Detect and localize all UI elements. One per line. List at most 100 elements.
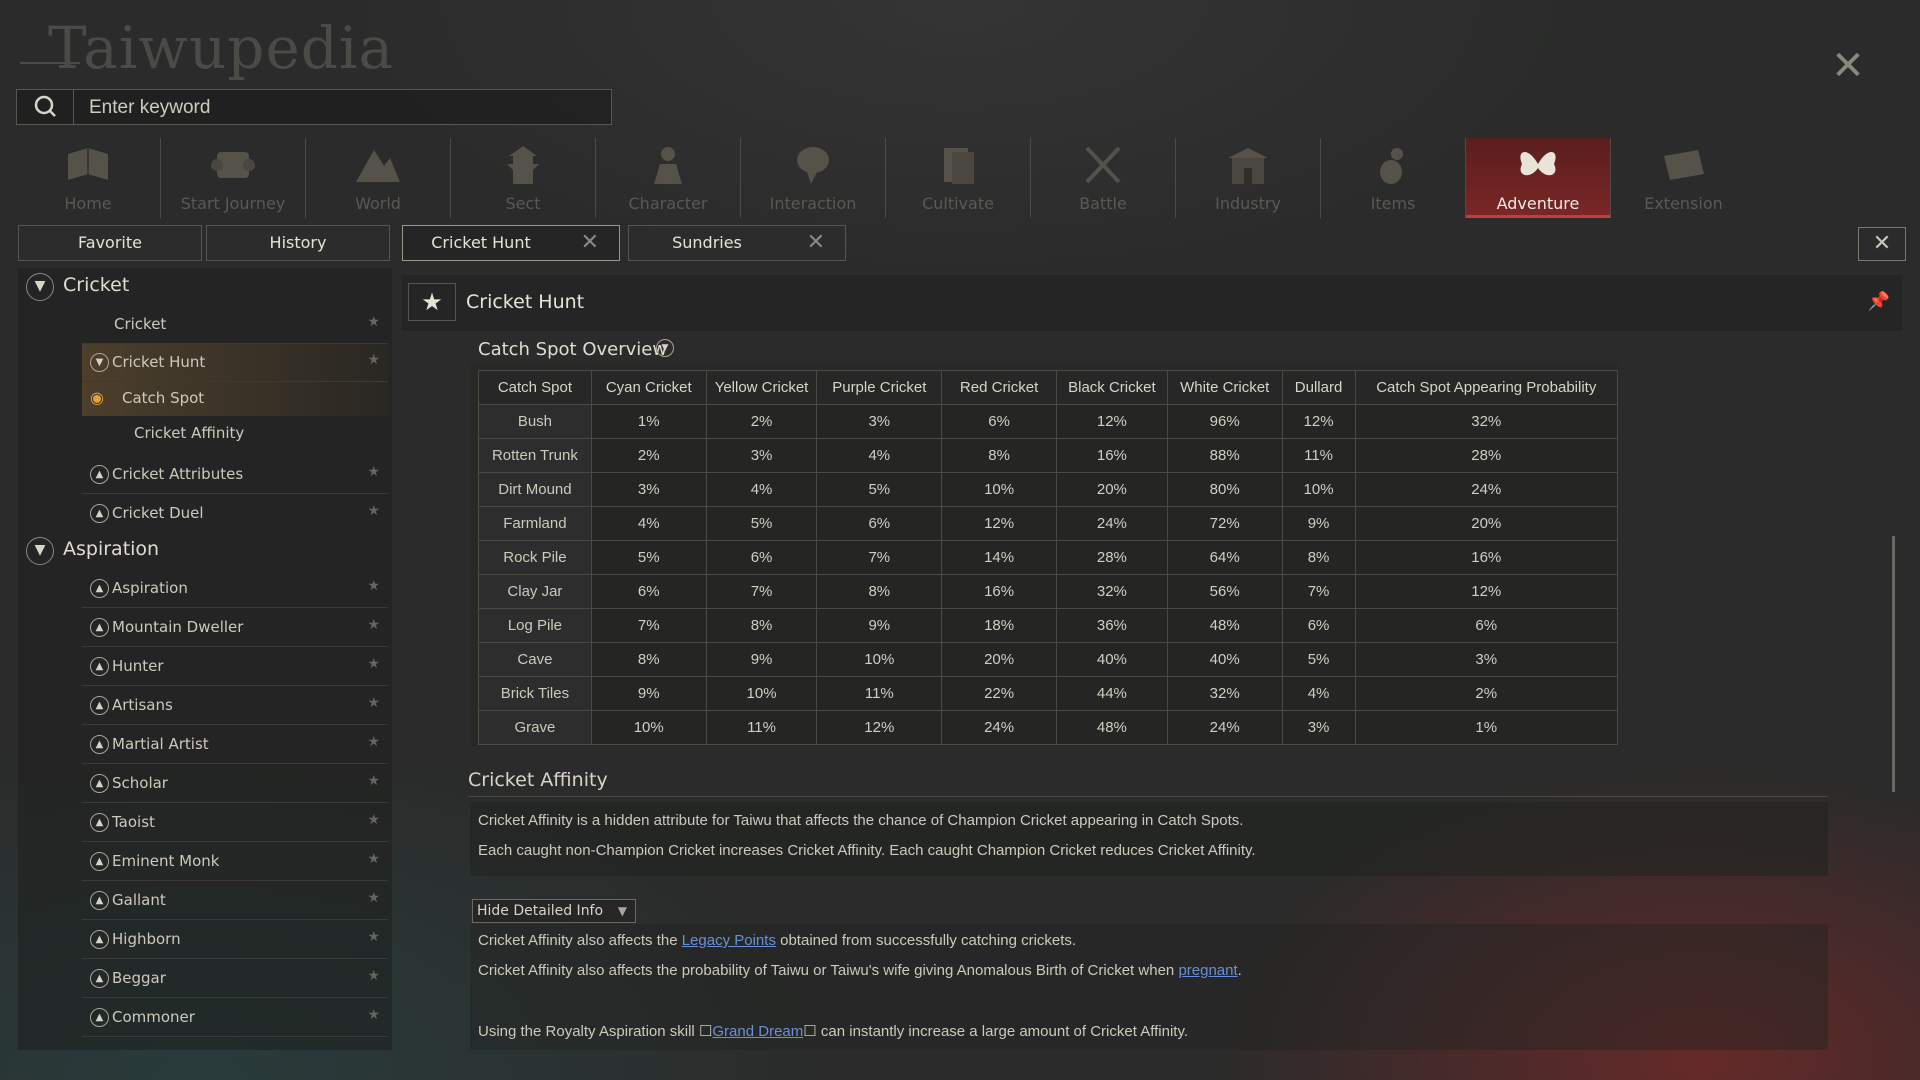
grand-dream-link[interactable]: Grand Dream [712, 1023, 803, 1040]
hide-detailed-info-button[interactable]: Hide Detailed Info ▼ [472, 899, 636, 923]
chevron-up-icon[interactable]: ▲ [90, 930, 109, 949]
star-icon[interactable]: ★ [367, 617, 380, 633]
star-icon[interactable]: ★ [367, 929, 380, 945]
chevron-up-icon[interactable]: ▲ [90, 891, 109, 910]
sidebar-item-taoist[interactable]: ▲ Taoist ★ [82, 804, 388, 842]
pregnant-link[interactable]: pregnant [1178, 962, 1237, 979]
tab-sundries[interactable]: Sundries ✕ [628, 225, 846, 261]
table-cell: 6% [941, 404, 1057, 439]
favorite-star-icon[interactable]: ★ [408, 283, 456, 321]
chevron-down-icon[interactable]: ▼ [26, 537, 54, 565]
sidebar-item-eminent-monk[interactable]: ▲ Eminent Monk ★ [82, 843, 388, 881]
search-bar [16, 89, 612, 125]
sidebar-item-commoner[interactable]: ▲ Commoner ★ [82, 999, 388, 1037]
table-cell: 6% [1281, 608, 1356, 643]
chevron-up-icon[interactable]: ▲ [90, 618, 109, 637]
star-icon[interactable]: ★ [367, 503, 380, 519]
sidebar-item-cricket[interactable]: Cricket ★ [82, 306, 388, 344]
chevron-up-icon[interactable]: ▲ [90, 696, 109, 715]
table-cell: 9% [816, 608, 943, 643]
nav-start-journey[interactable]: Start Journey [161, 138, 306, 218]
catch-spot-table-wrapper: Catch Spot Cyan Cricket Yellow Cricket Purp… [470, 364, 1619, 746]
tab-favorite[interactable]: Favorite [18, 225, 202, 261]
legacy-points-link[interactable]: Legacy Points [682, 932, 776, 949]
table-cell: 10% [816, 642, 943, 677]
map-icon [1663, 150, 1704, 180]
pin-icon[interactable]: 📌 [1868, 291, 1890, 312]
tab-cricket-hunt[interactable]: Cricket Hunt ✕ [402, 225, 620, 261]
sidebar-item-hunter[interactable]: ▲ Hunter ★ [82, 648, 388, 686]
sidebar-item-highborn[interactable]: ▲ Highborn ★ [82, 921, 388, 959]
chevron-up-icon[interactable]: ▲ [90, 852, 109, 871]
sidebar-item-gallant[interactable]: ▲ Gallant ★ [82, 882, 388, 920]
chevron-up-icon[interactable]: ▲ [90, 813, 109, 832]
sidebar-item-catch-spot[interactable]: ◉ Catch Spot [82, 382, 388, 416]
chevron-up-icon[interactable]: ▲ [90, 504, 109, 523]
table-row: Rock Pile 5% 6% 7% 14% 28% 64% 8% 16% [478, 540, 1619, 575]
star-icon[interactable]: ★ [367, 695, 380, 711]
star-icon[interactable]: ★ [367, 1007, 380, 1023]
collapse-pane-icon[interactable]: ✕ [1858, 227, 1906, 261]
star-icon[interactable]: ★ [367, 656, 380, 672]
chevron-up-icon[interactable]: ▲ [90, 465, 109, 484]
table-cell: 5% [1281, 642, 1356, 677]
star-icon[interactable]: ★ [367, 464, 380, 480]
table-cell: 3% [816, 404, 943, 439]
sidebar-item-label: Cricket Duel [112, 504, 204, 522]
sidebar-item-beggar[interactable]: ▲ Beggar ★ [82, 960, 388, 998]
sidebar-item-label: Beggar [112, 969, 166, 987]
nav-world[interactable]: World [306, 138, 451, 218]
sidebar-item-cricket-duel[interactable]: ▲ Cricket Duel ★ [82, 495, 388, 533]
star-icon[interactable]: ★ [367, 773, 380, 789]
section-cricket[interactable]: ▼ Cricket [18, 268, 388, 306]
sidebar-item-martial-artist[interactable]: ▲ Martial Artist ★ [82, 726, 388, 764]
nav-sect[interactable]: Sect [451, 138, 596, 218]
star-icon[interactable]: ★ [367, 812, 380, 828]
table-cell: 5% [816, 472, 943, 507]
close-window-icon[interactable]: ✕ [1828, 46, 1868, 86]
nav-extension[interactable]: Extension [1611, 138, 1756, 218]
section-aspiration[interactable]: ▼ Aspiration [18, 532, 388, 570]
nav-character[interactable]: Character [596, 138, 741, 218]
nav-adventure[interactable]: Adventure [1466, 138, 1611, 218]
chevron-up-icon[interactable]: ▲ [90, 1008, 109, 1027]
sidebar-item-cricket-attributes[interactable]: ▲ Cricket Attributes ★ [82, 456, 388, 494]
star-icon[interactable]: ★ [367, 851, 380, 867]
star-icon[interactable]: ★ [367, 968, 380, 984]
sidebar-item-mountain-dweller[interactable]: ▲ Mountain Dweller ★ [82, 609, 388, 647]
table-cell: 16% [1354, 540, 1619, 575]
chevron-down-icon[interactable]: ▼ [656, 339, 674, 357]
star-icon[interactable]: ★ [367, 890, 380, 906]
chevron-up-icon[interactable]: ▲ [90, 657, 109, 676]
close-tab-icon[interactable]: ✕ [807, 226, 825, 260]
chevron-up-icon[interactable]: ▲ [90, 774, 109, 793]
sidebar-item-scholar[interactable]: ▲ Scholar ★ [82, 765, 388, 803]
search-input[interactable] [87, 94, 591, 122]
chevron-up-icon[interactable]: ▲ [90, 735, 109, 754]
eye-icon: ◉ [90, 388, 104, 407]
nav-items[interactable]: Items [1321, 138, 1466, 218]
chevron-up-icon[interactable]: ▲ [90, 969, 109, 988]
sidebar-item-cricket-hunt[interactable]: ▼ Cricket Hunt ★ [82, 344, 388, 382]
nav-interaction[interactable]: Interaction [741, 138, 886, 218]
nav-industry[interactable]: Industry [1176, 138, 1321, 218]
close-tab-icon[interactable]: ✕ [581, 226, 599, 260]
chevron-up-icon[interactable]: ▲ [90, 579, 109, 598]
section-label: Cricket [63, 274, 130, 296]
chevron-down-icon[interactable]: ▼ [26, 273, 54, 301]
sidebar-item-artisans[interactable]: ▲ Artisans ★ [82, 687, 388, 725]
star-icon[interactable]: ★ [367, 734, 380, 750]
nav-home[interactable]: Home [16, 138, 161, 218]
star-icon[interactable]: ★ [367, 352, 380, 368]
star-icon[interactable]: ★ [367, 578, 380, 594]
sidebar-item-aspiration[interactable]: ▲ Aspiration ★ [82, 570, 388, 608]
star-icon[interactable]: ★ [367, 314, 380, 330]
chevron-down-icon[interactable]: ▼ [90, 353, 109, 372]
text: Cricket Affinity also affects the [478, 932, 682, 949]
tab-history[interactable]: History [206, 225, 390, 261]
search-icon[interactable] [17, 90, 74, 124]
nav-battle[interactable]: Battle [1031, 138, 1176, 218]
scrollbar[interactable] [1892, 536, 1895, 792]
nav-cultivate[interactable]: Cultivate [886, 138, 1031, 218]
sidebar-item-cricket-affinity[interactable]: Cricket Affinity [82, 416, 388, 452]
